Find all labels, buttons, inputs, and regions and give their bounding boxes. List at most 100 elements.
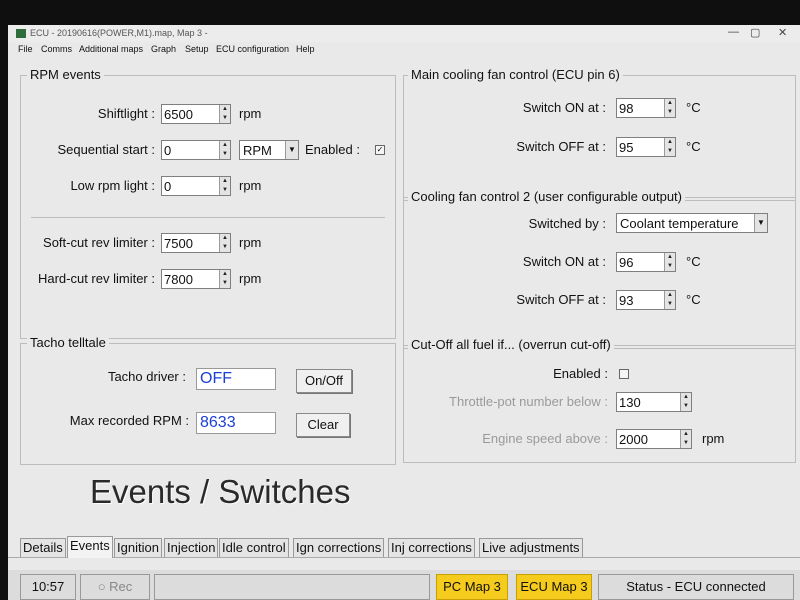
divider bbox=[31, 217, 385, 218]
menu-setup[interactable]: Setup bbox=[185, 44, 209, 54]
ecu-map-badge: ECU Map 3 bbox=[516, 574, 592, 600]
seq-start-input[interactable]: 0 ▲ ▼ bbox=[161, 140, 231, 160]
tab-ign-corrections[interactable]: Ign corrections bbox=[293, 538, 385, 557]
seq-unit-select[interactable]: RPM ▼ bbox=[239, 140, 299, 160]
throttle-value: 130 bbox=[619, 395, 641, 410]
record-icon: ○ bbox=[97, 579, 110, 594]
fan2-switched-by-value: Coolant temperature bbox=[620, 216, 739, 231]
fan2-off-value: 93 bbox=[619, 293, 634, 308]
tab-ignition[interactable]: Ignition bbox=[114, 538, 162, 557]
tab-details[interactable]: Details bbox=[20, 538, 66, 557]
rpm-events-group: RPM events Shiftlight : 6500 ▲ ▼ rpm Sequ… bbox=[20, 67, 396, 339]
max-rpm-field: 8633 bbox=[196, 412, 276, 434]
seq-start-label: Sequential start : bbox=[57, 142, 155, 157]
soft-cut-input[interactable]: 7500 ▲ ▼ bbox=[161, 233, 231, 253]
rpm-events-legend: RPM events bbox=[27, 67, 104, 82]
hard-cut-unit: rpm bbox=[239, 271, 262, 286]
menu-additional-maps[interactable]: Additional maps bbox=[79, 44, 143, 54]
tab-idle-control[interactable]: Idle control bbox=[219, 538, 289, 557]
shiftlight-label: Shiftlight : bbox=[97, 106, 155, 121]
main-fan-on-input[interactable]: 98 ▲ ▼ bbox=[616, 98, 676, 118]
fan2-on-label: Switch ON at : bbox=[522, 254, 606, 269]
spin-arrows-icon[interactable]: ▲ ▼ bbox=[664, 138, 675, 156]
menu-file[interactable]: File bbox=[18, 44, 33, 54]
status-rec-label: Rec bbox=[109, 579, 133, 594]
pc-map-badge: PC Map 3 bbox=[436, 574, 508, 600]
chevron-down-icon[interactable]: ▼ bbox=[285, 141, 298, 159]
spin-arrows-icon[interactable]: ▲ ▼ bbox=[680, 393, 691, 411]
main-fan-legend: Main cooling fan control (ECU pin 6) bbox=[408, 67, 623, 82]
speed-input[interactable]: 2000 ▲ ▼ bbox=[616, 429, 692, 449]
spin-arrows-icon[interactable]: ▲ ▼ bbox=[219, 270, 230, 288]
menu-help[interactable]: Help bbox=[296, 44, 315, 54]
menu-ecu-configuration[interactable]: ECU configuration bbox=[216, 44, 289, 54]
app-icon bbox=[16, 29, 26, 38]
speed-unit: rpm bbox=[702, 431, 725, 446]
close-button[interactable]: ✕ bbox=[778, 26, 787, 39]
main-fan-off-value: 95 bbox=[619, 140, 634, 155]
status-bar: 10:57 ○ Rec PC Map 3 ECU Map 3 Status - … bbox=[8, 570, 800, 600]
tab-inj-corrections[interactable]: Inj corrections bbox=[388, 538, 475, 557]
speed-label: Engine speed above : bbox=[482, 431, 608, 446]
spin-arrows-icon[interactable]: ▲ ▼ bbox=[680, 430, 691, 448]
fan2-off-input[interactable]: 93 ▲ ▼ bbox=[616, 290, 676, 310]
clear-button[interactable]: Clear bbox=[296, 413, 350, 437]
cutoff-enabled-label: Enabled : bbox=[553, 366, 608, 381]
cutoff-legend: Cut-Off all fuel if... (overrun cut-off) bbox=[408, 337, 614, 352]
tacho-onoff-button[interactable]: On/Off bbox=[296, 369, 352, 393]
minimize-button[interactable]: — bbox=[728, 26, 739, 38]
max-rpm-label: Max recorded RPM : bbox=[69, 413, 189, 428]
seq-enabled-label: Enabled : bbox=[305, 142, 360, 157]
spin-arrows-icon[interactable]: ▲ ▼ bbox=[664, 291, 675, 309]
seq-enabled-checkbox[interactable]: ✓ bbox=[375, 145, 385, 155]
title-bar: ECU - 20190616(POWER,M1).map, Map 3 - — … bbox=[8, 25, 800, 42]
main-fan-off-input[interactable]: 95 ▲ ▼ bbox=[616, 137, 676, 157]
low-rpm-input[interactable]: 0 ▲ ▼ bbox=[161, 176, 231, 196]
status-time: 10:57 bbox=[20, 574, 76, 600]
tacho-legend: Tacho telltale bbox=[27, 335, 109, 350]
main-fan-group: Main cooling fan control (ECU pin 6) Swi… bbox=[403, 67, 796, 201]
soft-cut-value: 7500 bbox=[164, 236, 193, 251]
fan2-group: Cooling fan control 2 (user configurable… bbox=[403, 189, 796, 349]
page-title: Events / Switches bbox=[90, 473, 351, 510]
seq-unit-value: RPM bbox=[243, 143, 272, 158]
tab-events[interactable]: Events bbox=[67, 536, 113, 558]
tab-injection[interactable]: Injection bbox=[164, 538, 219, 557]
throttle-input[interactable]: 130 ▲ ▼ bbox=[616, 392, 692, 412]
spin-arrows-icon[interactable]: ▲ ▼ bbox=[664, 253, 675, 271]
menu-comms[interactable]: Comms bbox=[41, 44, 72, 54]
spin-arrows-icon[interactable]: ▲ ▼ bbox=[219, 234, 230, 252]
shiftlight-input[interactable]: 6500 ▲ ▼ bbox=[161, 104, 231, 124]
status-message bbox=[154, 574, 430, 600]
spin-arrows-icon[interactable]: ▲ ▼ bbox=[219, 177, 230, 195]
main-fan-on-value: 98 bbox=[619, 101, 634, 116]
fan2-on-input[interactable]: 96 ▲ ▼ bbox=[616, 252, 676, 272]
low-rpm-value: 0 bbox=[164, 179, 172, 194]
main-fan-on-unit: °C bbox=[686, 100, 701, 115]
window-title: ECU - 20190616(POWER,M1).map, Map 3 - bbox=[30, 28, 208, 38]
shiftlight-value: 6500 bbox=[164, 107, 193, 122]
maximize-button[interactable]: ▢ bbox=[750, 26, 760, 39]
cutoff-enabled-checkbox[interactable] bbox=[619, 369, 629, 379]
tab-live-adjustments[interactable]: Live adjustments bbox=[479, 538, 583, 557]
spin-arrows-icon[interactable]: ▲ ▼ bbox=[664, 99, 675, 117]
fan2-off-unit: °C bbox=[686, 292, 701, 307]
low-rpm-label: Low rpm light : bbox=[70, 178, 155, 193]
tacho-driver-label: Tacho driver : bbox=[107, 369, 186, 384]
chevron-down-icon[interactable]: ▼ bbox=[754, 214, 767, 232]
fan2-off-label: Switch OFF at : bbox=[516, 292, 606, 307]
status-rec: ○ Rec bbox=[80, 574, 150, 600]
fan2-switched-by-label: Switched by : bbox=[528, 216, 606, 231]
tacho-group: Tacho telltale Tacho driver : OFF On/Off… bbox=[20, 335, 396, 465]
soft-cut-label: Soft-cut rev limiter : bbox=[43, 235, 155, 250]
status-connection: Status - ECU connected bbox=[598, 574, 794, 600]
hard-cut-input[interactable]: 7800 ▲ ▼ bbox=[161, 269, 231, 289]
menu-graph[interactable]: Graph bbox=[151, 44, 176, 54]
spin-arrows-icon[interactable]: ▲ ▼ bbox=[219, 141, 230, 159]
cutoff-group: Cut-Off all fuel if... (overrun cut-off)… bbox=[403, 337, 796, 463]
spin-arrows-icon[interactable]: ▲ ▼ bbox=[219, 105, 230, 123]
fan2-switched-by-select[interactable]: Coolant temperature ▼ bbox=[616, 213, 768, 233]
main-fan-off-unit: °C bbox=[686, 139, 701, 154]
soft-cut-unit: rpm bbox=[239, 235, 262, 250]
hard-cut-value: 7800 bbox=[164, 272, 193, 287]
